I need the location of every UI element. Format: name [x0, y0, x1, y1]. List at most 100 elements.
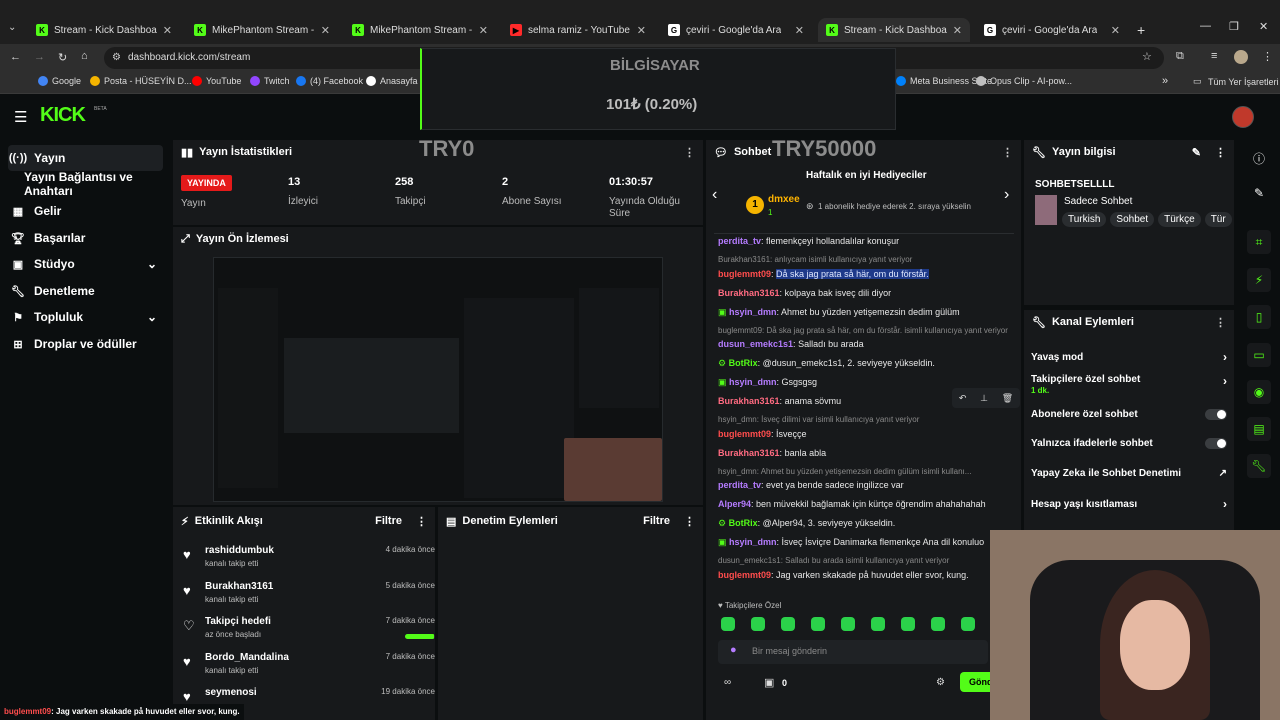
- chat-menu-icon[interactable]: ⋮: [1002, 146, 1013, 159]
- next-arrow-icon[interactable]: ›: [1004, 186, 1009, 204]
- emote-icon[interactable]: [811, 617, 825, 631]
- moderation-filter-button[interactable]: Filtre: [643, 515, 670, 527]
- close-tab-icon[interactable]: ✕: [321, 24, 330, 37]
- pencil-icon[interactable]: ✎: [1247, 181, 1271, 205]
- mic-icon[interactable]: ●: [730, 644, 737, 656]
- chat-username[interactable]: Burakhan3161: [718, 396, 780, 406]
- emote-icon[interactable]: [751, 617, 765, 631]
- sidebar-item-topluluk[interactable]: ⚑ Topluluk ⌄: [8, 304, 163, 330]
- chat-message[interactable]: buglemmt09: Då ska jag prata så här, om …: [718, 268, 1018, 280]
- chat-username[interactable]: hsyin_dmn: [729, 307, 777, 317]
- close-tab-icon[interactable]: ✕: [479, 24, 488, 37]
- sidebar-item-yayin[interactable]: ((·)) Yayın: [8, 145, 163, 171]
- chat-username[interactable]: Alper94: [718, 499, 751, 509]
- profile-avatar[interactable]: [1234, 50, 1248, 64]
- category-name[interactable]: Sadece Sohbet: [1064, 196, 1132, 207]
- close-window-button[interactable]: ✕: [1259, 20, 1268, 33]
- list-icon[interactable]: ▤: [1247, 417, 1271, 441]
- close-tab-icon[interactable]: ✕: [1111, 24, 1120, 37]
- bookmark-item[interactable]: Anasayfa /: [366, 76, 423, 86]
- close-tab-icon[interactable]: ✕: [163, 24, 172, 37]
- extensions-icon[interactable]: ⧉: [1176, 50, 1184, 63]
- kick-logo[interactable]: KICK: [40, 104, 86, 127]
- bookmark-item[interactable]: Posta - HÜSEYİN D...: [90, 76, 192, 86]
- emote-icon[interactable]: [961, 617, 975, 631]
- browser-tab[interactable]: Gçeviri - Google'da Ara ✕: [976, 18, 1128, 42]
- bookmarks-overflow-icon[interactable]: »: [1162, 75, 1168, 87]
- emote-icon[interactable]: [781, 617, 795, 631]
- chat-username[interactable]: buglemmt09: [718, 429, 771, 439]
- chat-message[interactable]: buglemmt09: İsveççe: [718, 428, 1018, 440]
- browser-tab[interactable]: K Stream - Kick Dashboard ✕: [28, 18, 180, 42]
- forward-icon[interactable]: →: [34, 51, 45, 63]
- sidebar-item-droplar[interactable]: ⊞ Droplar ve ödüller: [8, 331, 163, 357]
- chat-username[interactable]: BotRix: [729, 358, 758, 368]
- chat-message[interactable]: dusun_emekc1s1: Salladı bu arada isimli …: [718, 555, 1018, 567]
- sidebar-item-stream-key[interactable]: Yayın Bağlantısı ve Anahtarı: [20, 170, 175, 198]
- emote-icon[interactable]: [841, 617, 855, 631]
- browser-tab[interactable]: K MikePhantom Stream - Watch L ✕: [344, 18, 496, 42]
- browser-menu-icon[interactable]: ⋮: [1262, 50, 1273, 63]
- emote-chat-row[interactable]: Yalnızca ifadelerle sohbet: [1031, 438, 1227, 449]
- activity-filter-button[interactable]: Filtre: [375, 515, 402, 527]
- chat-message[interactable]: ▣ hsyin_dmn: Gsgsgsg: [718, 376, 1018, 388]
- chat-username[interactable]: buglemmt09: [718, 570, 771, 580]
- broadcast-icon[interactable]: ◉: [1247, 380, 1271, 404]
- reload-icon[interactable]: ↻: [58, 51, 67, 64]
- chat-message[interactable]: buglemmt09: Då ska jag prata så här, om …: [718, 325, 1018, 337]
- reading-list-icon[interactable]: ≡: [1211, 50, 1217, 62]
- chat-username[interactable]: dusun_emekc1s1: [718, 339, 793, 349]
- chat-message[interactable]: hsyin_dmn: İsveç dilimi var isimli kulla…: [718, 414, 1018, 426]
- sidebar-item-denetleme[interactable]: 🔧︎ Denetleme: [8, 278, 163, 304]
- sidebar-item-basarilar[interactable]: 🏆︎ Başarılar: [8, 225, 163, 251]
- chat-username[interactable]: hsyin_dmn: [729, 377, 777, 387]
- chat-message[interactable]: Burakhan3161: kolpaya bak isveç dili diy…: [718, 287, 1018, 299]
- back-icon[interactable]: ←: [10, 51, 21, 63]
- chat-message[interactable]: ▣ hsyin_dmn: Ahmet bu yüzden yetişemezsi…: [718, 306, 1018, 318]
- bookmark-item[interactable]: YouTube: [192, 76, 241, 86]
- chat-message[interactable]: perdita_tv: evet ya bende sadece ingiliz…: [718, 479, 1018, 491]
- tag[interactable]: Tür: [1204, 212, 1232, 227]
- menu-icon[interactable]: ☰: [14, 108, 27, 126]
- all-bookmarks[interactable]: Tüm Yer İşaretleri: [1208, 77, 1279, 87]
- chat-message[interactable]: Burakhan3161: banla abla: [718, 447, 1018, 459]
- emote-icon[interactable]: [901, 617, 915, 631]
- subs-chat-toggle[interactable]: [1205, 409, 1227, 420]
- followers-chat-row[interactable]: Takipçilere özel sohbet 1 dk. ›: [1031, 374, 1227, 395]
- emote-icon[interactable]: [721, 617, 735, 631]
- chat-message[interactable]: ⚙ BotRix: @dusun_emekc1s1, 2. seviyeye y…: [718, 357, 1018, 369]
- browser-tab[interactable]: K Stream - Kick Dashboard ✕: [818, 18, 970, 42]
- sidebar-item-studyo[interactable]: ▣ Stüdyo ⌄: [8, 251, 163, 277]
- emote-icon[interactable]: [871, 617, 885, 631]
- subs-chat-row[interactable]: Abonelere özel sohbet: [1031, 409, 1227, 420]
- stats-menu-icon[interactable]: ⋮: [684, 146, 695, 159]
- chat-message[interactable]: perdita_tv: flemenkçeyi hollandalılar ko…: [718, 235, 1018, 247]
- user-avatar[interactable]: [1232, 106, 1254, 128]
- document-icon[interactable]: ▯: [1247, 305, 1271, 329]
- chat-settings-icon[interactable]: ⚙: [936, 677, 945, 688]
- browser-tab[interactable]: Gçeviri - Google'da Ara ✕: [660, 18, 812, 42]
- prev-arrow-icon[interactable]: ‹: [712, 186, 717, 204]
- ai-mod-row[interactable]: Yapay Zeka ile Sohbet Denetimi ↗: [1031, 468, 1227, 479]
- gift-box-icon[interactable]: ▣: [764, 676, 774, 689]
- edit-icon[interactable]: ✎: [1192, 146, 1201, 159]
- chat-message[interactable]: hsyin_dmn: Ahmet bu yüzden yetişemezsin …: [718, 466, 1018, 478]
- stream-preview-video[interactable]: [213, 257, 663, 502]
- account-age-row[interactable]: Hesap yaşı kısıtlaması ›: [1031, 497, 1227, 511]
- tag[interactable]: Turkish: [1062, 212, 1107, 227]
- emote-icon[interactable]: [931, 617, 945, 631]
- chat-message[interactable]: ⚙ BotRix: @Alper94, 3. seviyeye yükseldi…: [718, 517, 1018, 529]
- close-tab-icon[interactable]: ✕: [637, 24, 646, 37]
- tag[interactable]: Sohbet: [1110, 212, 1155, 227]
- emote-picker-icon[interactable]: ∞: [724, 677, 731, 688]
- chat-message[interactable]: buglemmt09: Jag varken skakade på huvude…: [718, 569, 1018, 581]
- wrench-icon[interactable]: 🔧︎: [1247, 454, 1271, 478]
- emote-chat-toggle[interactable]: [1205, 438, 1227, 449]
- chat-message[interactable]: Burakhan3161: anlıycam isimli kullanıcıy…: [718, 254, 1018, 266]
- top-gifter-name[interactable]: dmxee: [768, 194, 800, 205]
- sidebar-item-gelir[interactable]: ▦ Gelir: [8, 198, 163, 224]
- info-icon[interactable]: ⓘ: [1247, 146, 1271, 170]
- chat-username[interactable]: Burakhan3161: [718, 448, 780, 458]
- activity-menu-icon[interactable]: ⋮: [416, 515, 427, 528]
- bookmark-item[interactable]: Opus Clip - AI-pow...: [976, 76, 1072, 86]
